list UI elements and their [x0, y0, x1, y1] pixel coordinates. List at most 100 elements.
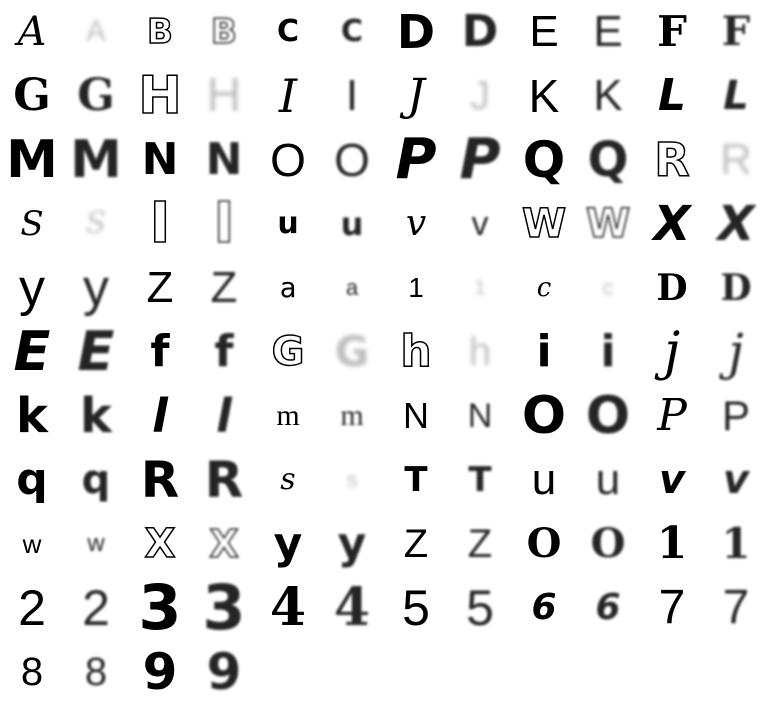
glyph-character: O — [590, 520, 626, 567]
glyph-character: 3 — [202, 576, 246, 640]
glyph-character: P — [721, 392, 750, 439]
glyph-cell: E — [64, 320, 128, 384]
glyph-cell: f — [128, 320, 192, 384]
glyph-cell: S — [0, 192, 64, 256]
glyph-character: 1 — [721, 519, 751, 568]
glyph-character: I — [345, 71, 359, 120]
glyph-cell: N — [192, 128, 256, 192]
glyph-cell: M — [0, 128, 64, 192]
glyph-character: O — [270, 134, 306, 186]
glyph-cell: D — [384, 0, 448, 64]
glyph-character: N — [467, 397, 493, 435]
glyph-cell: 6 — [576, 576, 640, 640]
glyph-cell: f — [192, 320, 256, 384]
glyph-cell: 5 — [448, 576, 512, 640]
glyph-cell: G — [64, 64, 128, 128]
glyph-cell: s — [320, 448, 384, 512]
glyph-character: J — [407, 70, 425, 121]
glyph-cell: E — [512, 0, 576, 64]
glyph-character: H — [206, 69, 242, 122]
glyph-cell: R — [128, 448, 192, 512]
glyph-character: G — [13, 70, 51, 121]
glyph-cell: P — [448, 128, 512, 192]
glyph-cell: y — [320, 512, 384, 576]
glyph-character: 1 — [656, 518, 688, 569]
glyph-character: Z — [210, 263, 238, 312]
glyph-cell: s — [256, 448, 320, 512]
glyph-character: A — [17, 9, 47, 55]
glyph-cell: 9 — [128, 640, 192, 704]
glyph-cell: 2 — [64, 576, 128, 640]
glyph-cell: I — [256, 64, 320, 128]
glyph-character: q — [16, 454, 48, 505]
glyph-character: u — [531, 455, 557, 504]
glyph-character: I — [213, 192, 235, 256]
glyph-cell: D — [448, 0, 512, 64]
glyph-cell: E — [0, 320, 64, 384]
glyph-character: D — [720, 267, 752, 309]
glyph-cell: X — [640, 192, 704, 256]
glyph-character: H — [137, 66, 182, 126]
glyph-character: G — [334, 327, 370, 376]
glyph-character: s — [280, 462, 296, 497]
glyph-character: 2 — [82, 580, 110, 636]
glyph-cell: 8 — [64, 640, 128, 704]
glyph-cell: I — [192, 192, 256, 256]
glyph-cell: H — [192, 64, 256, 128]
glyph-character: 4 — [269, 577, 307, 638]
glyph-cell: l — [192, 384, 256, 448]
glyph-cell: L — [704, 64, 768, 128]
glyph-cell: X — [704, 192, 768, 256]
glyph-cell: 1 — [448, 256, 512, 320]
glyph-character: L — [723, 73, 749, 119]
glyph-cell: v — [384, 192, 448, 256]
glyph-character: E — [529, 7, 559, 56]
glyph-cell: Z — [192, 256, 256, 320]
glyph-character: R — [140, 451, 180, 509]
glyph-cell: y — [0, 256, 64, 320]
glyph-character: P — [459, 128, 501, 192]
glyph-character: h — [468, 330, 492, 374]
glyph-character: A — [85, 15, 106, 48]
glyph-character: M — [6, 130, 58, 190]
glyph-character: q — [81, 457, 111, 503]
glyph-character: a — [279, 271, 297, 304]
glyph-cell: 1 — [704, 512, 768, 576]
glyph-cell: L — [640, 64, 704, 128]
glyph-character: l — [152, 389, 168, 443]
glyph-character: 3 — [138, 576, 182, 640]
glyph-character: y — [273, 518, 303, 569]
glyph-cell: 9 — [192, 640, 256, 704]
glyph-character: Q — [522, 131, 566, 189]
glyph-character: G — [271, 329, 305, 375]
glyph-cell: w — [0, 512, 64, 576]
glyph-cell: S — [64, 192, 128, 256]
glyph-cell: B — [128, 0, 192, 64]
glyph-cell: F — [704, 0, 768, 64]
glyph-character: R — [204, 451, 244, 509]
glyph-cell: Z — [128, 256, 192, 320]
glyph-cell: W — [512, 192, 576, 256]
glyph-character: u — [277, 206, 299, 241]
glyph-cell: M — [64, 128, 128, 192]
glyph-character: w — [87, 530, 105, 557]
glyph-cell: 4 — [256, 576, 320, 640]
glyph-character: D — [656, 267, 688, 309]
glyph-character: 9 — [206, 643, 242, 701]
glyph-character: X — [717, 196, 755, 252]
glyph-cell: a — [320, 256, 384, 320]
glyph-cell: 4 — [320, 576, 384, 640]
glyph-character: Q — [587, 132, 629, 188]
glyph-character: 6 — [531, 587, 557, 628]
glyph-cell: P — [384, 128, 448, 192]
glyph-cell: N — [384, 384, 448, 448]
glyph-cell: Z — [448, 512, 512, 576]
glyph-character: R — [720, 135, 752, 184]
glyph-cell: P — [704, 384, 768, 448]
glyph-character: c — [602, 275, 614, 300]
glyph-character: G — [77, 70, 115, 121]
glyph-cell: i — [512, 320, 576, 384]
glyph-character: y — [83, 259, 109, 317]
glyph-cell: v — [704, 448, 768, 512]
glyph-cell: v — [640, 448, 704, 512]
